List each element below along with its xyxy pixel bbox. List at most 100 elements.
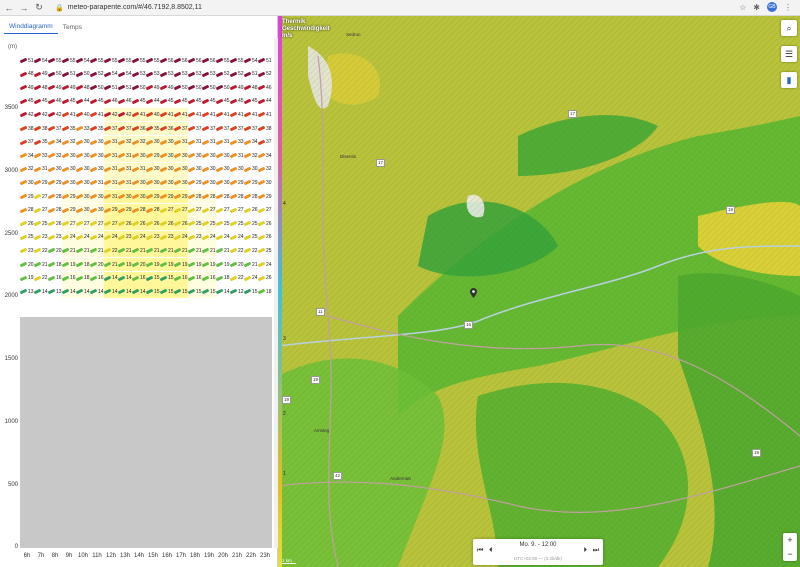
wind-speed-value: 34 bbox=[28, 152, 34, 159]
wind-arrow-icon bbox=[173, 57, 182, 64]
wind-cell: 25 bbox=[229, 217, 244, 230]
menu-kebab-icon[interactable]: ⋮ bbox=[784, 3, 792, 12]
wind-cell: 56 bbox=[201, 54, 216, 67]
wind-cell: 52 bbox=[229, 68, 244, 81]
wind-arrow-icon bbox=[243, 234, 252, 241]
wind-speed-value: 33 bbox=[42, 152, 48, 159]
wind-cell: 14 bbox=[33, 285, 48, 298]
thermal-color-legend bbox=[278, 16, 282, 567]
wind-arrow-icon bbox=[201, 275, 210, 281]
wind-cell: 18 bbox=[257, 285, 272, 298]
wind-speed-value: 29 bbox=[238, 179, 244, 186]
thermal-map[interactable]: Thermik Geschwindigkeit m/s 4 3 2 1 Sedr… bbox=[278, 16, 800, 567]
wind-speed-value: 26 bbox=[266, 234, 272, 241]
wind-cell: 32 bbox=[47, 149, 62, 162]
wind-cell: 24 bbox=[75, 230, 90, 244]
wind-arrow-icon bbox=[47, 180, 56, 186]
wind-speed-value: 26 bbox=[168, 220, 174, 227]
wind-speed-value: 12 bbox=[238, 288, 244, 295]
wind-speed-value: 29 bbox=[42, 179, 48, 186]
wind-cell: 30 bbox=[89, 190, 104, 203]
wind-speed-value: 14 bbox=[112, 288, 118, 295]
wind-cell: 38 bbox=[257, 122, 272, 135]
wind-speed-value: 41 bbox=[252, 111, 258, 118]
bookmark-star-icon[interactable]: ☆ bbox=[739, 3, 746, 12]
extensions-icon[interactable]: ✱ bbox=[753, 3, 760, 12]
wind-speed-value: 27 bbox=[266, 207, 272, 214]
wind-arrow-icon bbox=[243, 166, 252, 173]
hour-axis: 6h 7h 8h 9h 10h 11h 12h 13h 14h 15h 16h 17h 18h 19h 20… bbox=[20, 553, 272, 565]
wind-arrow-icon bbox=[47, 152, 56, 159]
wind-speed-value: 49 bbox=[70, 84, 76, 91]
wind-speed-value: 41 bbox=[98, 111, 104, 118]
wind-arrow-icon bbox=[131, 71, 140, 77]
wind-arrow-icon bbox=[187, 84, 196, 91]
profile-avatar[interactable]: GB bbox=[767, 2, 777, 12]
wind-cell: 27 bbox=[215, 204, 230, 217]
wind-arrow-icon bbox=[243, 288, 252, 295]
wind-cell: 24 bbox=[243, 272, 258, 285]
wind-speed-value: 21 bbox=[84, 247, 90, 254]
map-terrain bbox=[278, 16, 800, 567]
wind-speed-value: 50 bbox=[224, 84, 230, 91]
wind-arrow-icon bbox=[173, 98, 182, 105]
wind-cell: 36 bbox=[131, 122, 146, 135]
wind-cell: 29 bbox=[103, 203, 118, 217]
wind-cell: 34 bbox=[47, 136, 62, 149]
wind-arrow-icon bbox=[47, 248, 56, 254]
wind-arrow-icon bbox=[187, 234, 196, 241]
wind-cell: 20 bbox=[47, 244, 62, 257]
wind-speed-value: 15 bbox=[252, 288, 258, 295]
wind-arrow-icon bbox=[131, 288, 140, 295]
reload-icon[interactable]: ↻ bbox=[33, 2, 45, 14]
wind-speed-value: 49 bbox=[168, 84, 174, 91]
wind-cell: 49 bbox=[229, 81, 244, 94]
forward-icon[interactable]: → bbox=[18, 2, 30, 14]
first-frame-button[interactable]: ⏮ bbox=[477, 547, 483, 555]
location-pin-icon[interactable] bbox=[470, 288, 477, 298]
zoom-in-button[interactable]: + bbox=[783, 533, 797, 547]
previous-frame-button[interactable]: ⏴ bbox=[489, 547, 493, 555]
hour-tick-label: 17h bbox=[175, 553, 186, 559]
address-bar[interactable]: meteo-parapente.com/#/46.7192,8.8502,11 bbox=[68, 4, 202, 11]
zoom-out-button[interactable]: − bbox=[783, 547, 797, 561]
wind-cell: 26 bbox=[257, 217, 272, 230]
tab-temps[interactable]: Temps bbox=[58, 24, 87, 34]
wind-cell: 15 bbox=[145, 285, 160, 299]
wind-speed-value: 21 bbox=[126, 247, 132, 254]
wind-cell: 15 bbox=[187, 285, 202, 299]
wind-arrow-icon bbox=[117, 84, 126, 91]
next-frame-button[interactable]: ⏵ bbox=[584, 547, 588, 555]
town-label: Sedrun bbox=[346, 32, 361, 37]
wind-speed-value: 42 bbox=[56, 111, 62, 118]
wind-cell: 30 bbox=[145, 135, 160, 149]
wind-arrow-icon bbox=[61, 125, 70, 132]
wind-cell: 49 bbox=[33, 68, 48, 81]
hour-tick-label: 18h bbox=[189, 553, 200, 559]
wind-speed-value: 30 bbox=[182, 179, 188, 186]
wind-arrow-icon bbox=[47, 112, 56, 118]
wind-cell: 55 bbox=[47, 54, 62, 67]
wind-cell: 22 bbox=[103, 244, 118, 258]
last-frame-button[interactable]: ⏭ bbox=[593, 547, 599, 555]
wind-cell: 22 bbox=[229, 244, 244, 257]
wind-cell: 21 bbox=[201, 244, 216, 258]
wind-arrow-icon bbox=[117, 261, 126, 268]
wind-arrow-icon bbox=[187, 248, 196, 254]
altitude-tick-label: 3500 bbox=[4, 105, 18, 111]
wind-cell: 45 bbox=[201, 95, 216, 108]
wind-arrow-icon bbox=[201, 261, 210, 268]
wind-speed-value: 30 bbox=[266, 179, 272, 186]
search-icon[interactable]: ⌕ bbox=[781, 20, 797, 36]
wind-speed-value: 30 bbox=[140, 179, 146, 186]
wind-arrow-icon bbox=[131, 193, 140, 200]
chart-icon[interactable]: ▮ bbox=[781, 72, 797, 88]
layer-settings-icon[interactable]: ☰ bbox=[781, 46, 797, 62]
wind-arrow-icon bbox=[145, 288, 154, 295]
back-icon[interactable]: ← bbox=[3, 2, 15, 14]
wind-speed-value: 21 bbox=[210, 247, 216, 254]
wind-cell: 41 bbox=[243, 108, 258, 121]
tab-winddiagramm[interactable]: Winddiagramm bbox=[4, 23, 58, 34]
wind-arrow-icon bbox=[33, 71, 42, 77]
wind-cell: 19 bbox=[173, 258, 188, 271]
